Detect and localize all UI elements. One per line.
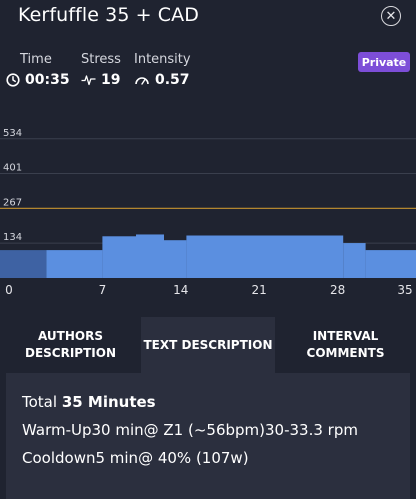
tab-bar: AUTHORS DESCRIPTION TEXT DESCRIPTION INTE… xyxy=(0,317,416,373)
tab-interval-line2: COMMENTS xyxy=(306,346,385,360)
stress-metric: Stress 19 xyxy=(81,52,121,88)
tab-text-description[interactable]: TEXT DESCRIPTION xyxy=(141,317,275,373)
time-label: Time xyxy=(20,52,52,67)
y-tick-label: 267 xyxy=(3,197,22,208)
gauge-icon xyxy=(135,77,149,85)
interval-bar xyxy=(136,234,164,278)
close-icon: ✕ xyxy=(385,8,397,24)
tab-authors-description[interactable]: AUTHORS DESCRIPTION xyxy=(0,317,141,373)
x-tick-label: 28 xyxy=(330,283,345,297)
time-metric: Time 00:35 xyxy=(6,52,70,88)
total-line: Total 35 Minutes xyxy=(22,393,394,411)
cooldown-line: Cooldown5 min@ 40% (107w) xyxy=(22,449,249,467)
workout-chart: 534 401 267 134 0 7 14 21 28 35 xyxy=(0,128,416,297)
intensity-value: 0.57 xyxy=(155,72,190,88)
interval-bar xyxy=(0,250,47,278)
tab-interval-comments[interactable]: INTERVAL COMMENTS xyxy=(275,317,416,373)
x-tick-label: 0 xyxy=(5,283,13,297)
tab-interval-line1: INTERVAL xyxy=(312,329,379,343)
x-tick-label: 7 xyxy=(99,283,107,297)
time-value: 00:35 xyxy=(25,72,70,88)
y-tick-label: 401 xyxy=(3,162,22,173)
pulse-icon xyxy=(81,75,96,86)
tab-text-line1: TEXT DESCRIPTION xyxy=(143,337,273,352)
total-prefix: Total xyxy=(22,393,62,411)
clock-icon xyxy=(6,73,20,87)
stress-label: Stress xyxy=(81,52,121,67)
x-tick-label: 14 xyxy=(173,283,188,297)
interval-bar xyxy=(164,240,187,278)
y-tick-label: 134 xyxy=(3,232,22,243)
tab-authors-line2: DESCRIPTION xyxy=(24,346,116,360)
y-tick-label: 534 xyxy=(3,128,22,139)
intensity-label: Intensity xyxy=(134,52,191,67)
interval-bar xyxy=(102,236,136,278)
time-value-row: 00:35 xyxy=(6,72,70,88)
warmup-line: Warm-Up30 min@ Z1 (~56bpm)30-33.3 rpm xyxy=(22,421,358,439)
interval-bar xyxy=(186,235,344,278)
x-tick-label: 21 xyxy=(252,283,267,297)
workout-title: Kerfuffle 35 + CAD xyxy=(18,4,200,26)
stress-value-row: 19 xyxy=(81,72,121,88)
stress-value: 19 xyxy=(101,72,121,88)
intensity-value-row: 0.57 xyxy=(134,72,191,88)
description-panel: Total 35 Minutes Warm-Up30 min@ Z1 (~56b… xyxy=(6,373,410,499)
interval-bar xyxy=(365,250,416,278)
interval-bar xyxy=(343,243,366,278)
total-value: 35 Minutes xyxy=(61,393,156,411)
intensity-metric: Intensity 0.57 xyxy=(134,52,191,88)
close-button[interactable]: ✕ xyxy=(381,6,401,26)
interval-bar xyxy=(46,250,103,278)
private-badge: Private xyxy=(358,52,410,72)
tab-authors-line1: AUTHORS xyxy=(38,329,103,343)
x-tick-label: 35 xyxy=(397,283,412,297)
